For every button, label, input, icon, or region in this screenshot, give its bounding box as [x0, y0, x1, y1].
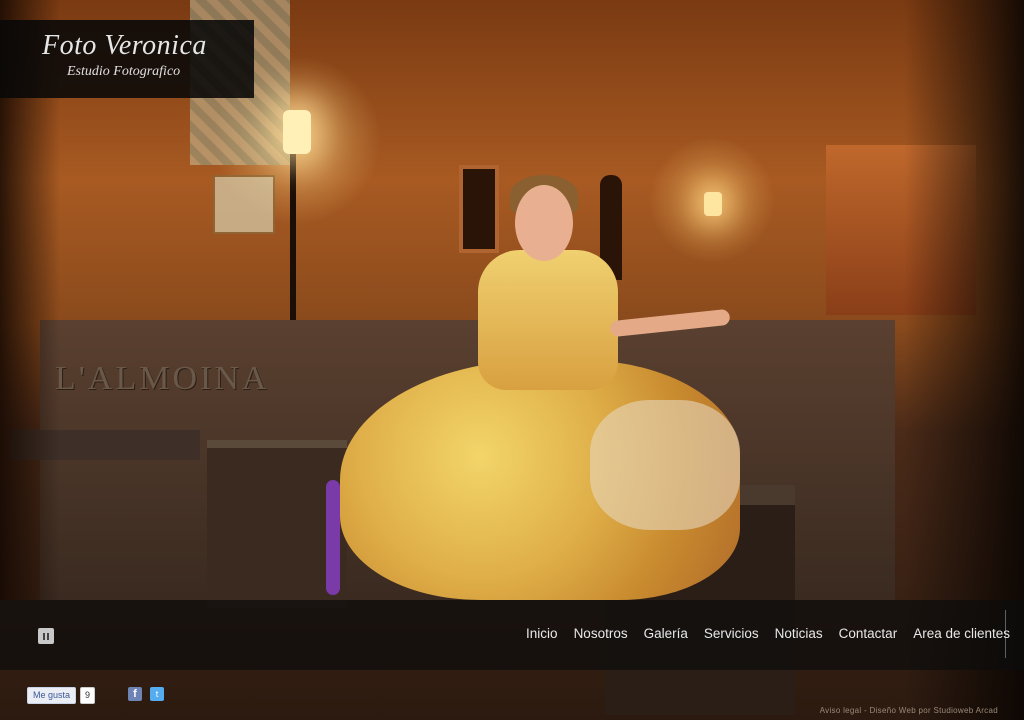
site-logo[interactable]: Foto Veronica Estudio Fotografico — [0, 20, 254, 98]
nav-item-servicios[interactable]: Servicios — [704, 626, 759, 641]
footer-credits[interactable]: Aviso legal - Diseño Web por Studioweb A… — [820, 706, 998, 715]
ribbon — [326, 480, 340, 595]
building-window — [459, 165, 499, 253]
street-lamp — [704, 192, 722, 216]
wall-plaque — [213, 175, 275, 234]
nav-item-nosotros[interactable]: Nosotros — [574, 626, 628, 641]
nav-item-contactar[interactable]: Contactar — [839, 626, 898, 641]
logo-subtitle: Estudio Fotografico — [67, 64, 181, 79]
like-count: 9 — [80, 687, 96, 704]
logo-title: Foto Veronica — [42, 30, 207, 61]
facebook-like-button[interactable]: Me gusta — [27, 687, 77, 704]
footer: Me gusta 9 f t Aviso legal - Diseño Web … — [0, 670, 1024, 720]
nav-item-galeria[interactable]: Galería — [644, 626, 688, 641]
wall-lettering: L'ALMOINA — [55, 360, 270, 397]
twitter-icon[interactable]: t — [150, 687, 164, 701]
pause-icon[interactable] — [38, 628, 54, 644]
face — [515, 185, 573, 261]
navigation-bar: Inicio Nosotros Galería Servicios Notici… — [0, 600, 1024, 670]
nav-item-area-de-clientes[interactable]: Area de clientes — [913, 626, 1010, 641]
bodice — [478, 250, 618, 390]
menu-divider — [1005, 610, 1006, 658]
main-menu: Inicio Nosotros Galería Servicios Notici… — [526, 626, 1010, 641]
street-lamp — [283, 110, 311, 154]
nav-item-noticias[interactable]: Noticias — [775, 626, 823, 641]
nav-item-inicio[interactable]: Inicio — [526, 626, 558, 641]
facebook-icon[interactable]: f — [128, 687, 142, 701]
lamp-post — [290, 150, 296, 320]
dress — [340, 360, 740, 600]
